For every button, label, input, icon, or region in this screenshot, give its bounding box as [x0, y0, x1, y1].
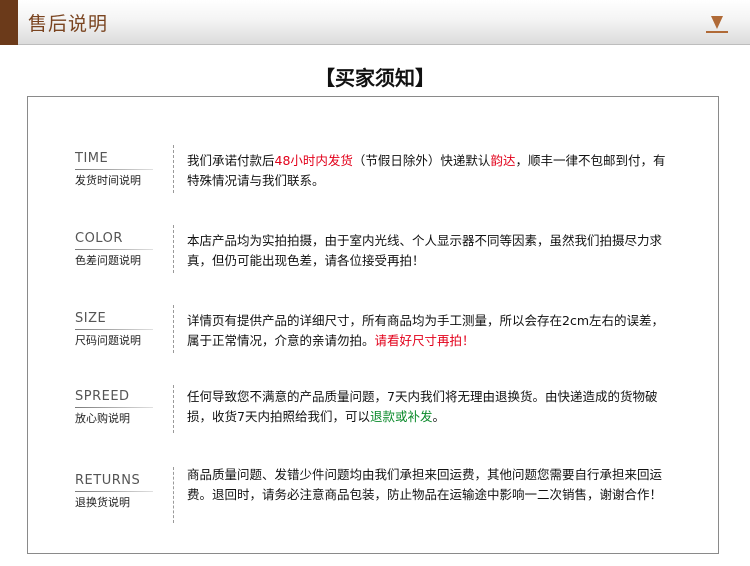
text-segment: 我们承诺付款后 — [187, 153, 275, 168]
section-label-cn: 色差问题说明 — [75, 254, 141, 267]
text-segment: （节假日除外）快递默认 — [352, 153, 491, 168]
section-label-en: SPREED — [75, 389, 130, 404]
section-label: SPREED 放心购说明 — [75, 389, 185, 426]
section-header: 售后说明 — [0, 0, 750, 45]
down-arrow-icon — [711, 16, 723, 29]
highlight-courier: 韵达 — [490, 153, 516, 168]
dashed-divider — [173, 305, 174, 353]
label-rule — [75, 491, 153, 492]
highlight-size-warning: 请看好尺寸再拍！ — [374, 333, 475, 348]
text-segment: 本店产品均为实拍拍摄，由于室内光线、个人显示器不同等因素，虽然我们拍摄尽力求真，… — [187, 233, 663, 268]
dashed-divider — [173, 385, 174, 433]
section-text: 商品质量问题、发错少件问题均由我们承担来回运费，其他问题您需要自行承担来回运费。… — [187, 465, 672, 505]
section-label-cn: 发货时间说明 — [75, 174, 141, 187]
section-label-en: RETURNS — [75, 473, 141, 488]
section-label-cn: 放心购说明 — [75, 412, 130, 425]
section-label: COLOR 色差问题说明 — [75, 231, 185, 268]
dashed-divider — [173, 145, 174, 193]
section-text: 本店产品均为实拍拍摄，由于室内光线、个人显示器不同等因素，虽然我们拍摄尽力求真，… — [187, 231, 672, 271]
label-rule — [75, 329, 153, 330]
label-rule — [75, 407, 153, 408]
section-label: RETURNS 退换货说明 — [75, 473, 185, 510]
dashed-divider — [173, 467, 174, 523]
section-text: 我们承诺付款后48小时内发货（节假日除外）快递默认韵达，顺丰一律不包邮到付，有特… — [187, 151, 672, 191]
section-text: 详情页有提供产品的详细尺寸，所有商品均为手工测量，所以会存在2cm左右的误差，属… — [187, 311, 672, 351]
text-segment: 。 — [432, 409, 445, 424]
section-label-en: TIME — [75, 151, 109, 166]
highlight-48h: 48小时内发货 — [274, 153, 353, 168]
section-label: SIZE 尺码问题说明 — [75, 311, 185, 348]
header-title: 售后说明 — [28, 13, 109, 35]
label-rule — [75, 169, 153, 170]
arrow-underline — [706, 31, 728, 33]
section-label-en: SIZE — [75, 311, 107, 326]
section-text: 任何导致您不满意的产品质量问题，7天内我们将无理由退换货。由快递造成的货物破损，… — [187, 387, 672, 427]
header-accent-bar — [0, 0, 18, 45]
label-rule — [75, 249, 153, 250]
dashed-divider — [173, 225, 174, 273]
notice-title: 【买家须知】 — [315, 66, 435, 90]
text-segment: 商品质量问题、发错少件问题均由我们承担来回运费，其他问题您需要自行承担来回运费。… — [187, 467, 663, 502]
highlight-refund: 退款或补发 — [369, 409, 433, 424]
section-label-en: COLOR — [75, 231, 123, 246]
notice-panel: TIME 发货时间说明 我们承诺付款后48小时内发货（节假日除外）快递默认韵达，… — [27, 96, 719, 554]
section-label-cn: 退换货说明 — [75, 496, 130, 509]
section-label: TIME 发货时间说明 — [75, 151, 185, 188]
section-label-cn: 尺码问题说明 — [75, 334, 141, 347]
